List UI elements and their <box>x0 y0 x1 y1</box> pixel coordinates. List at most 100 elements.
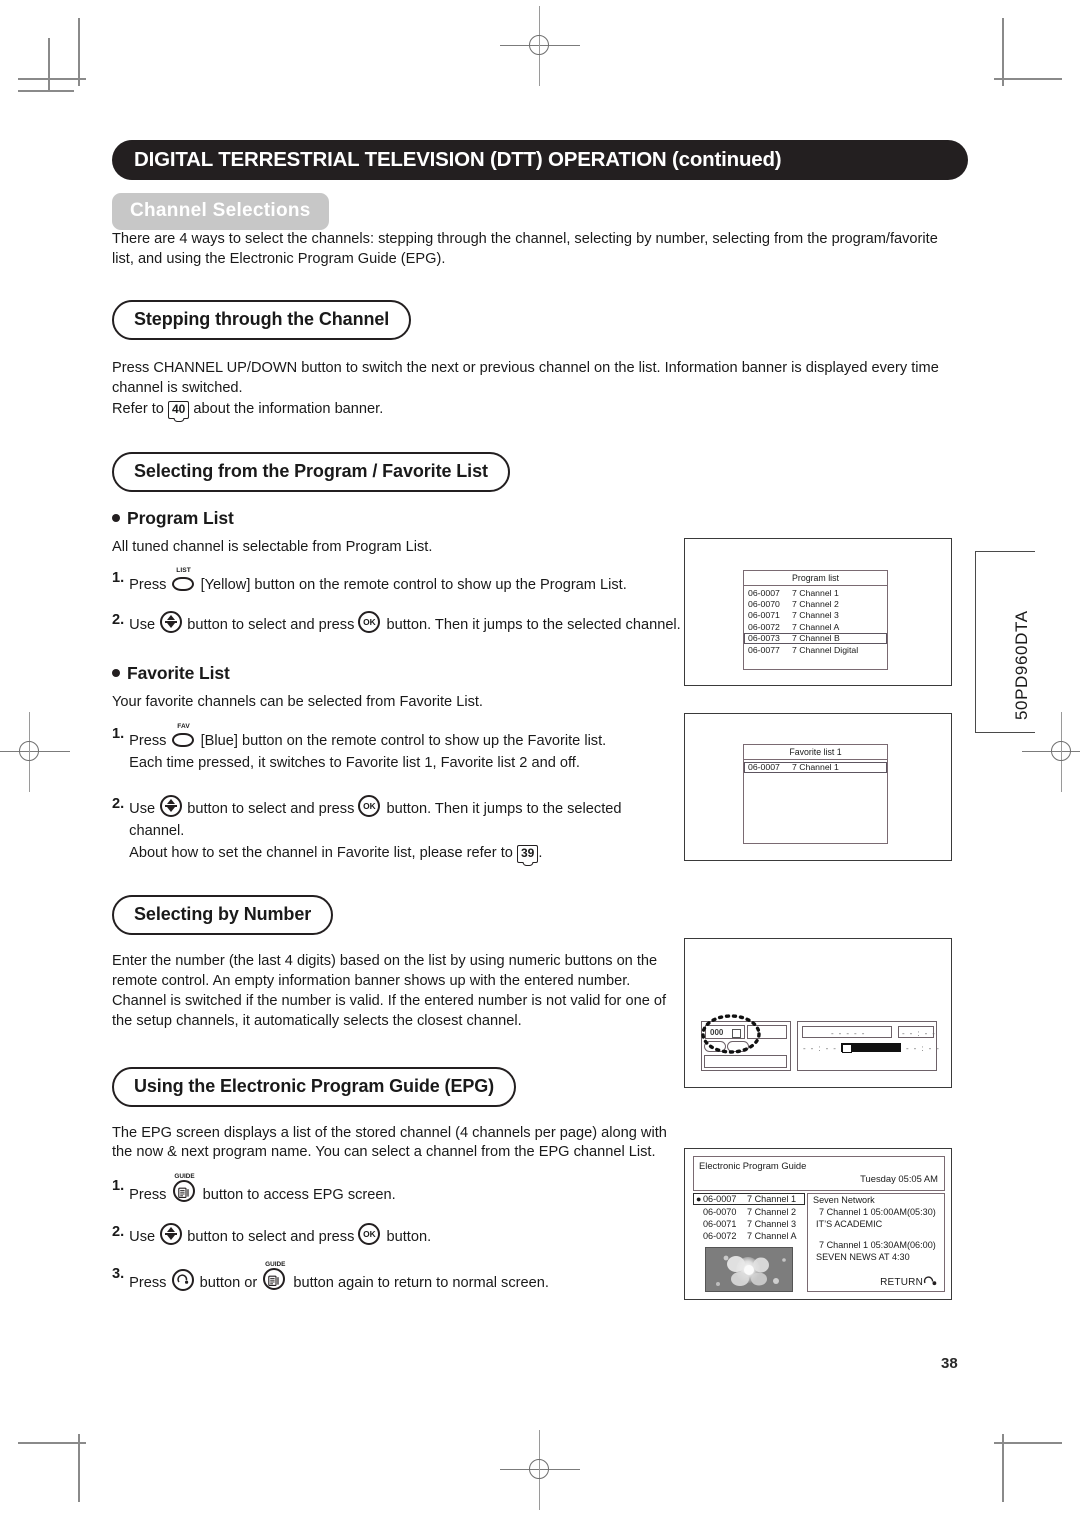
press-word: Press <box>129 1274 167 1291</box>
stepping-paragraph: Press CHANNEL UP/DOWN button to switch t… <box>112 359 939 396</box>
epg-header: Electronic Program Guide Tuesday 05:05 A… <box>693 1156 945 1191</box>
list-key-label: LIST <box>176 567 191 575</box>
epg-step-3: 3. Press button or GUIDE button again to… <box>112 1261 672 1295</box>
osd-program-list-rows: 06-0007 7 Channel 1 06-0070 7 Channel 2 06… <box>744 586 887 655</box>
step-number: 2. <box>112 611 125 628</box>
crop-mark-bottom-left-v <box>78 1434 80 1502</box>
favorite-list-label: Favorite List <box>127 662 230 683</box>
step-number: 3. <box>112 1265 125 1282</box>
step-1-rest: [Yellow] button on the remote control to… <box>200 577 627 594</box>
heading-program-favorite-list: Selecting from the Program / Favorite Li… <box>112 452 510 493</box>
epg-preview-thumbnail <box>705 1247 793 1292</box>
epg-return-hint[interactable]: RETURN <box>880 1275 939 1288</box>
row-channel: 06-0007 <box>748 587 780 598</box>
ok-key-label: OK <box>363 616 376 627</box>
row-name: 7 Channel 1 <box>792 587 839 598</box>
return-arrow-icon <box>923 1276 937 1286</box>
table-row[interactable]: 06-0070 7 Channel 2 <box>744 599 887 610</box>
figure-epg-screen: Electronic Program Guide Tuesday 05:05 A… <box>684 1148 952 1300</box>
program-list-step-1: 1. Press LIST [Yellow] button on the rem… <box>112 567 687 597</box>
table-row[interactable]: 06-0071 7 Channel 3 <box>744 610 887 621</box>
epg-step-2: 2. Use button to select and press OK but… <box>112 1222 672 1249</box>
heading-selecting-by-number: Selecting by Number <box>112 895 334 936</box>
table-row-selected[interactable]: 06-0007 7 Channel 1 <box>744 761 887 774</box>
ok-key-label: OK <box>363 1228 376 1239</box>
registration-mark-bottom <box>500 1430 580 1510</box>
epg-channel-row[interactable]: 06-0070 7 Channel 2 <box>693 1205 805 1217</box>
epg-now-line: 7 Channel 1 05:00AM(05:30) <box>819 1207 936 1217</box>
step-text: Press LIST [Yellow] button on the remote… <box>129 567 687 597</box>
up-down-button-icon <box>159 1222 183 1246</box>
up-down-button-icon <box>159 610 183 634</box>
row-name: 7 Channel Digital <box>792 644 859 655</box>
intro-paragraph: There are 4 ways to select the channels:… <box>112 231 938 267</box>
table-row[interactable]: 06-0072 7 Channel A <box>744 621 887 632</box>
osd-program-list: Program list 06-0007 7 Channel 1 06-0070 7… <box>743 570 888 670</box>
guide-button-icon: GUIDE <box>261 1261 289 1292</box>
crop-mark-top-left-v2 <box>48 38 50 90</box>
crop-mark-bottom-right-h <box>994 1442 1062 1444</box>
crop-mark-top-left-h <box>18 78 86 80</box>
banner-start-time-placeholder: - - : - - <box>803 1044 838 1053</box>
epg-channel-row[interactable]: 06-0072 7 Channel A <box>693 1230 805 1242</box>
favorite-list-step-2: 2. Use button to select and press OK but… <box>112 794 672 865</box>
banner-clock-placeholder: - - : - - <box>902 1029 937 1038</box>
epg-title: Electronic Program Guide <box>699 1160 807 1171</box>
press-word: Press <box>129 732 167 749</box>
fav-step-2-mid: button to select and press <box>187 801 355 818</box>
refer-post-text: . <box>538 845 543 862</box>
bullet-dot-icon <box>112 514 120 523</box>
epg-step-1: 1. Press GUIDE button to access EPG scre… <box>112 1173 672 1207</box>
epg-row-channel: 06-0071 <box>703 1218 737 1229</box>
epg-row-name: 7 Channel A <box>747 1231 797 1242</box>
epg-step-2-rest: button. <box>386 1229 432 1246</box>
epg-channel-list: ● 06-0007 7 Channel 1 06-0070 7 Channel … <box>693 1193 805 1292</box>
row-channel: 06-0073 <box>748 633 780 644</box>
banner-progress-knob <box>842 1044 852 1053</box>
step-text: Use button to select and press OK button… <box>129 610 687 637</box>
epg-row-marker-icon <box>696 1207 703 1217</box>
table-row-selected[interactable]: 06-0073 7 Channel B <box>744 632 887 645</box>
epg-row-channel: 06-0072 <box>703 1231 737 1242</box>
row-channel: 06-0077 <box>748 644 780 655</box>
epg-channel-row[interactable]: 06-0071 7 Channel 3 <box>693 1218 805 1230</box>
epg-now-title: IT’S ACADEMIC <box>816 1219 883 1229</box>
table-row[interactable]: 06-0077 7 Channel Digital <box>744 644 887 655</box>
osd-favorite-list-rows: 06-0007 7 Channel 1 <box>744 760 887 774</box>
epg-row-marker-icon <box>696 1231 703 1241</box>
ok-key-label: OK <box>363 801 376 812</box>
epg-row-name: 7 Channel 2 <box>747 1206 797 1217</box>
row-channel: 06-0071 <box>748 610 780 621</box>
banner-clock-field: - - : - - <box>898 1026 937 1038</box>
epg-next-title: SEVEN NEWS AT 4:30 <box>816 1252 910 1262</box>
heading-epg: Using the Electronic Program Guide (EPG) <box>112 1066 517 1107</box>
epg-datetime: Tuesday 05:05 AM <box>860 1173 938 1184</box>
row-name: 7 Channel 2 <box>792 598 839 609</box>
registration-mark-left <box>0 712 70 792</box>
step-2-rest: button. Then it jumps to the selected ch… <box>386 616 681 633</box>
osd-favorite-list: Favorite list 1 06-0007 7 Channel 1 <box>743 744 888 844</box>
epg-paragraph: The EPG screen displays a list of the st… <box>112 1124 667 1161</box>
fav-step-1-line2: Each time pressed, it switches to Favori… <box>129 754 580 771</box>
row-name: 7 Channel B <box>792 633 840 644</box>
press-word: Press <box>129 1187 167 1204</box>
epg-next-line: 7 Channel 1 05:30AM(06:00) <box>819 1240 936 1250</box>
row-name: 7 Channel 1 <box>792 761 839 772</box>
step-number: 1. <box>112 570 125 587</box>
epg-channel-row-selected[interactable]: ● 06-0007 7 Channel 1 <box>693 1193 805 1206</box>
banner-left-block: 000 <box>701 1014 791 1071</box>
favorite-list-paragraph: Your favorite channels can be selected f… <box>112 693 483 710</box>
guide-button-icon: GUIDE <box>171 1173 199 1204</box>
figure-favorite-list: Favorite list 1 06-0007 7 Channel 1 <box>684 713 952 861</box>
row-channel: 06-0070 <box>748 598 780 609</box>
heading-program-list: Program List <box>112 508 968 529</box>
registration-mark-right <box>1022 712 1080 792</box>
use-word: Use <box>129 801 156 818</box>
table-row[interactable]: 06-0007 7 Channel 1 <box>744 587 887 598</box>
row-name: 7 Channel 3 <box>792 610 839 621</box>
fav-key-label: FAV <box>177 722 190 730</box>
epg-row-channel: 06-0070 <box>703 1206 737 1217</box>
ok-button-icon: OK <box>358 1222 382 1246</box>
step-text: Use button to select and press OK button… <box>129 794 672 865</box>
epg-step-3-rest: button again to return to normal screen. <box>293 1274 549 1291</box>
